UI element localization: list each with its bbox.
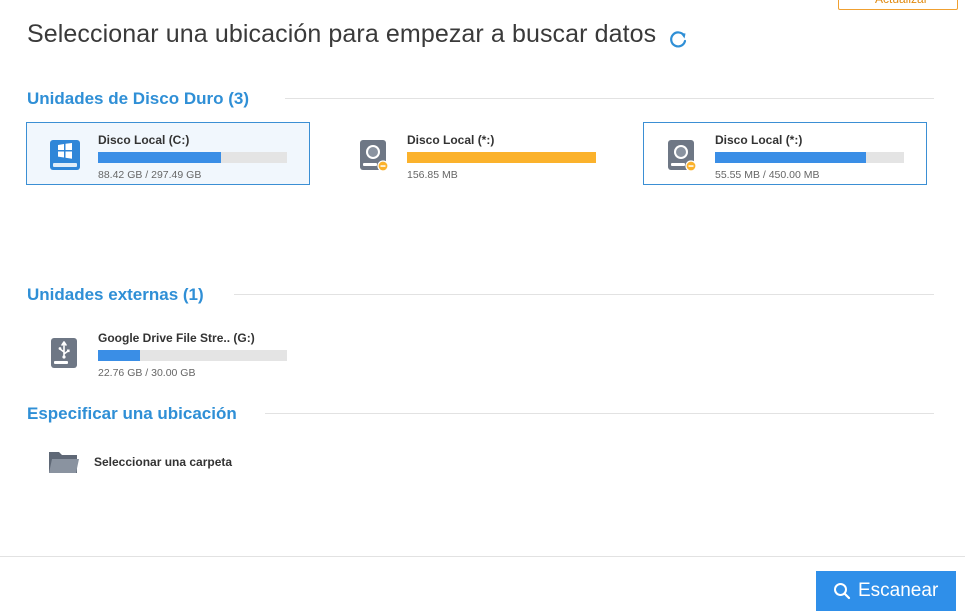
hard-disk-icon — [360, 140, 389, 172]
footer-divider — [0, 556, 965, 557]
windows-drive-icon — [50, 140, 80, 170]
drive-usage-bar — [715, 152, 904, 163]
drive-usage-bar — [98, 350, 287, 361]
drive-name: Google Drive File Stre.. (G:) — [98, 331, 255, 345]
update-button[interactable]: Actualizar — [838, 0, 958, 10]
drive-item-google-drive[interactable]: Google Drive File Stre.. (G:) 22.76 GB /… — [26, 320, 310, 383]
drive-usage-bar — [407, 152, 596, 163]
location-section-title: Especificar una ubicación — [27, 404, 237, 423]
scan-button-label: Escanear — [858, 580, 939, 601]
drive-name: Disco Local (*:) — [715, 133, 803, 147]
folder-icon — [49, 452, 79, 473]
hard-drives-section-title: Unidades de Disco Duro (3) — [27, 89, 249, 108]
select-folder-label: Seleccionar una carpeta — [94, 455, 233, 469]
refresh-icon[interactable] — [667, 28, 689, 50]
drive-item-local-2[interactable]: Disco Local (*:) 156.85 MB — [335, 122, 619, 185]
drive-item-local-3[interactable]: Disco Local (*:) 55.55 MB / 450.00 MB — [643, 122, 927, 185]
drive-size: 88.42 GB / 297.49 GB — [98, 169, 202, 181]
section-divider — [265, 413, 934, 414]
drive-size: 22.76 GB / 30.00 GB — [98, 367, 196, 379]
external-drives-section-title: Unidades externas (1) — [27, 285, 204, 304]
select-folder-button[interactable]: Seleccionar una carpeta — [48, 447, 268, 477]
usb-drive-icon — [51, 338, 77, 368]
drive-name: Disco Local (C:) — [98, 133, 190, 147]
drive-size: 156.85 MB — [407, 169, 458, 181]
section-divider — [234, 294, 934, 295]
drive-usage-bar — [98, 152, 287, 163]
search-icon — [834, 583, 851, 600]
page-title: Seleccionar una ubicación para empezar a… — [27, 20, 657, 48]
drive-size: 55.55 MB / 450.00 MB — [715, 169, 820, 181]
drive-item-c[interactable]: Disco Local (C:) 88.42 GB / 297.49 GB — [26, 122, 310, 185]
hard-disk-icon — [668, 140, 697, 172]
scan-button[interactable]: Escanear — [816, 571, 956, 611]
drive-name: Disco Local (*:) — [407, 133, 495, 147]
section-divider — [285, 98, 934, 99]
